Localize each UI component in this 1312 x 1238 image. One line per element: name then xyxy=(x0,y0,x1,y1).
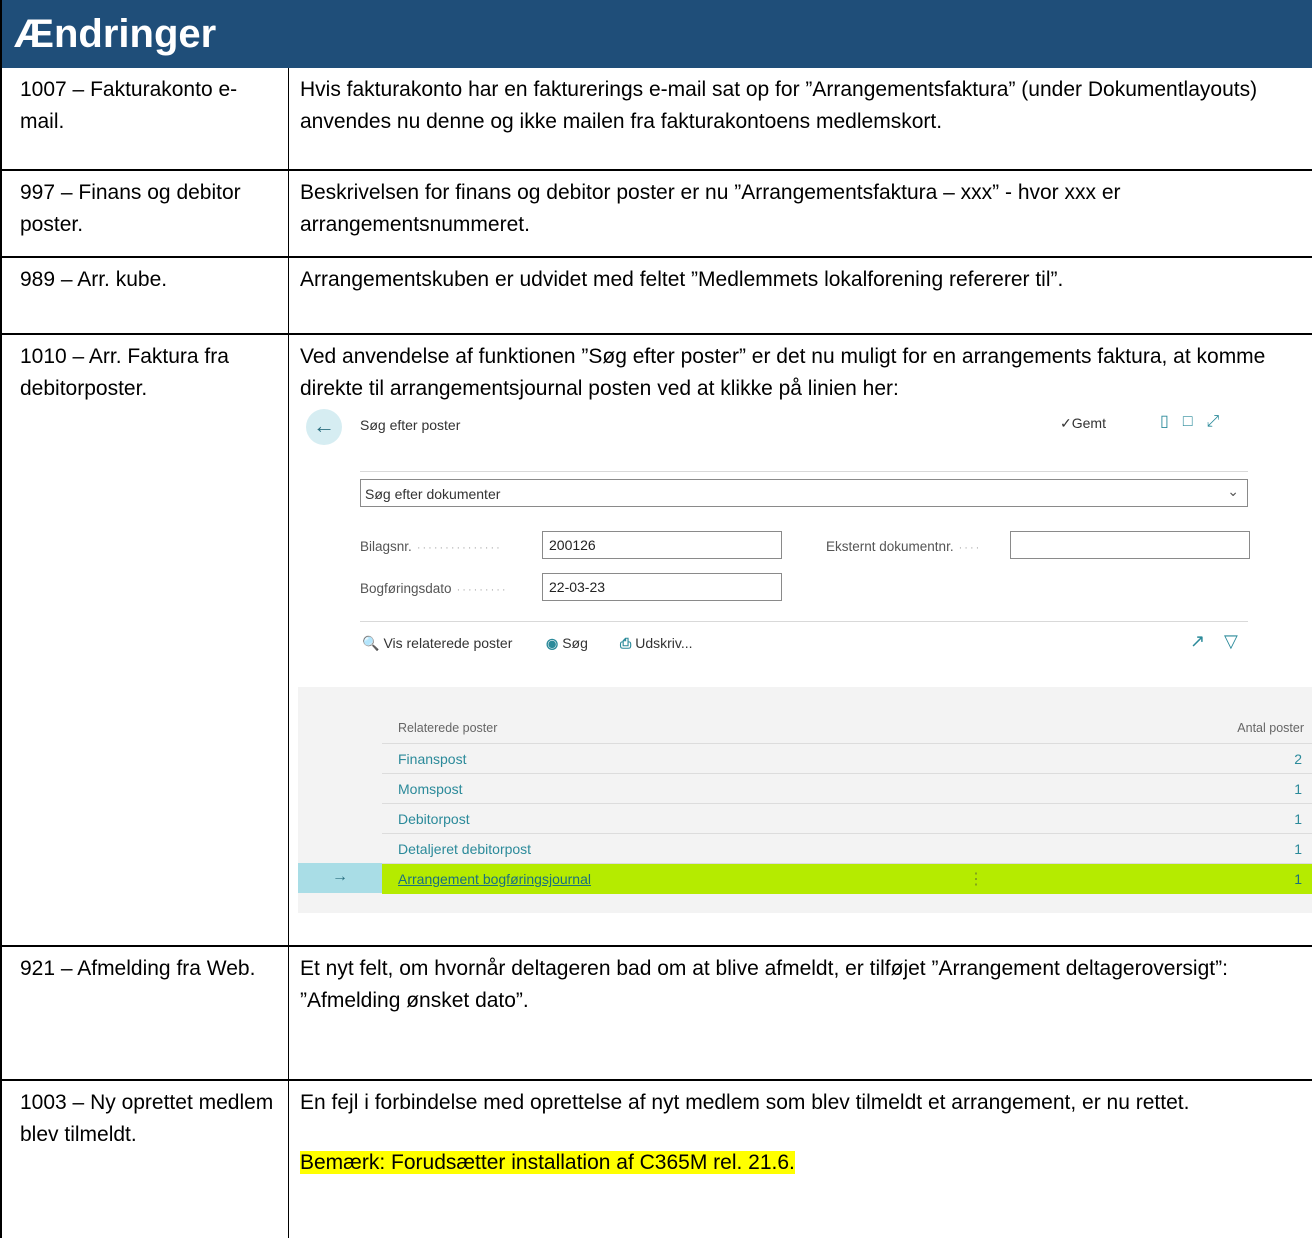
change-row-1010: 1010 – Arr. Faktura fra debitorposter. V… xyxy=(0,335,1312,947)
open-new-window-icon[interactable]: □ xyxy=(1183,413,1207,430)
table-row[interactable]: Detaljeret debitorpost 1 xyxy=(382,833,1312,864)
checkmark-icon: ✓ xyxy=(1060,415,1072,431)
document-search-icon: 🔍 xyxy=(362,635,380,651)
screenshot-page-title: Søg efter poster xyxy=(360,417,461,433)
change-row-1003: 1003 – Ny oprettet medlem blev tilmeldt.… xyxy=(0,1081,1312,1238)
change-id: 1010 – Arr. Faktura fra debitorposter. xyxy=(20,345,229,400)
share-icon[interactable]: ↗ xyxy=(1190,631,1205,652)
column-header-related-entries: Relaterede poster xyxy=(398,721,498,735)
change-description: Et nyt felt, om hvornår deltageren bad o… xyxy=(300,957,1228,980)
expand-icon[interactable]: ⤢ xyxy=(1206,413,1233,430)
eksternt-dokumentnr-input[interactable] xyxy=(1010,531,1250,559)
change-id-cell: 1007 – Fakturakonto e-mail. xyxy=(2,68,289,169)
change-row-921: 921 – Afmelding fra Web. Et nyt felt, om… xyxy=(0,947,1312,1081)
binoculars-icon: ◉ xyxy=(546,635,559,651)
change-description-cell: Arrangementskuben er udvidet med feltet … xyxy=(290,258,1312,296)
document-title: Ændringer xyxy=(14,12,217,56)
field-label-bilagsnr: Bilagsnr. ··············· xyxy=(360,539,502,554)
print-button[interactable]: ⎙ Udskriv... xyxy=(620,635,693,652)
title-bar: Ændringer xyxy=(0,0,1312,68)
new-field-name: ”Afmelding ønsket dato”. xyxy=(300,989,529,1012)
chevron-down-icon: ⌄ xyxy=(1227,483,1239,499)
search-type-value: Søg efter dokumenter xyxy=(365,486,501,502)
change-id: 1003 – Ny oprettet medlem blev tilmeldt. xyxy=(20,1091,274,1146)
change-id: 1007 – Fakturakonto e-mail. xyxy=(20,78,238,133)
entry-count[interactable]: 1 xyxy=(1294,841,1302,857)
table-row[interactable]: Momspost 1 xyxy=(382,773,1312,804)
filter-icon[interactable]: ▽ xyxy=(1224,631,1238,652)
more-options-icon[interactable]: ⋮ xyxy=(968,869,984,889)
field-label-text: Bilagsnr. xyxy=(360,539,412,554)
header-icons: ▯□⤢ xyxy=(1160,411,1233,431)
row-selector-arrow-icon[interactable]: → xyxy=(298,863,382,893)
field-label-eksternt-dokumentnr: Eksternt dokumentnr. ···· xyxy=(826,539,981,554)
change-row-989: 989 – Arr. kube. Arrangementskuben er ud… xyxy=(0,258,1312,335)
search-type-select[interactable]: Søg efter dokumenter ⌄ xyxy=(360,479,1248,507)
entry-count[interactable]: 1 xyxy=(1294,781,1302,797)
highlighted-note: Bemærk: Forudsætter installation af C365… xyxy=(300,1151,795,1174)
table-row[interactable]: Debitorpost 1 xyxy=(382,803,1312,834)
action-label: Udskriv... xyxy=(635,635,693,651)
change-id: 989 – Arr. kube. xyxy=(20,268,168,291)
entry-count[interactable]: 1 xyxy=(1294,871,1302,887)
entry-name-link[interactable]: Momspost xyxy=(398,781,463,797)
entry-count[interactable]: 2 xyxy=(1294,751,1302,767)
change-row-997: 997 – Finans og debitor poster. Beskrive… xyxy=(0,171,1312,258)
table-row-selected[interactable]: Arrangement bogføringsjournal ⋮ 1 xyxy=(382,863,1312,894)
change-description: Arrangementskuben er udvidet med feltet … xyxy=(300,268,1064,291)
bookmark-icon[interactable]: ▯ xyxy=(1160,413,1183,430)
label-dots: ········· xyxy=(451,584,508,596)
change-id-cell: 1010 – Arr. Faktura fra debitorposter. xyxy=(2,335,289,945)
search-button[interactable]: ◉ Søg xyxy=(546,635,588,652)
note-line: Bemærk: Forudsætter installation af C365… xyxy=(290,1119,1312,1179)
back-arrow-icon[interactable]: ← xyxy=(306,409,342,445)
saved-label: Gemt xyxy=(1071,415,1106,431)
change-row-1007: 1007 – Fakturakonto e-mail. Hvis faktura… xyxy=(0,68,1312,171)
embedded-screenshot: ← Søg efter poster ✓Gemt ▯□⤢ Søg efter d… xyxy=(298,403,1312,923)
change-description: Hvis fakturakonto har en fakturerings e-… xyxy=(300,78,1258,133)
label-dots: ··············· xyxy=(411,542,502,554)
change-description-cell: Hvis fakturakonto har en fakturerings e-… xyxy=(290,68,1312,138)
change-description: Beskrivelsen for finans og debitor poste… xyxy=(300,181,1121,236)
change-description-cell: Ved anvendelse af funktionen ”Søg efter … xyxy=(290,335,1312,913)
bogfoeringsdato-input[interactable]: 22-03-23 xyxy=(542,573,782,601)
change-id-cell: 989 – Arr. kube. xyxy=(2,258,289,333)
field-label-text: Bogføringsdato xyxy=(360,581,452,596)
change-id-cell: 997 – Finans og debitor poster. xyxy=(2,171,289,256)
change-id-cell: 1003 – Ny oprettet medlem blev tilmeldt. xyxy=(2,1081,289,1238)
entry-name-link[interactable]: Detaljeret debitorpost xyxy=(398,841,531,857)
divider xyxy=(360,621,1248,622)
printer-icon: ⎙ xyxy=(620,635,632,651)
show-related-entries-button[interactable]: 🔍 Vis relaterede poster xyxy=(362,635,512,652)
column-header-count: Antal poster xyxy=(1237,721,1304,735)
entry-count[interactable]: 1 xyxy=(1294,811,1302,827)
change-id-cell: 921 – Afmelding fra Web. xyxy=(2,947,289,1079)
saved-status: ✓Gemt xyxy=(1060,415,1106,432)
bilagsnr-input[interactable]: 200126 xyxy=(542,531,782,559)
change-description: En fejl i forbindelse med oprettelse af … xyxy=(300,1091,1190,1114)
field-label-bogfoeringsdato: Bogføringsdato ········· xyxy=(360,581,508,596)
document: Ændringer 1007 – Fakturakonto e-mail. Hv… xyxy=(0,0,1312,1238)
entry-name-link[interactable]: Finanspost xyxy=(398,751,466,767)
entry-name-link[interactable]: Arrangement bogføringsjournal xyxy=(398,871,591,887)
change-description: Ved anvendelse af funktionen ”Søg efter … xyxy=(300,345,1266,400)
change-description-cell: Et nyt felt, om hvornår deltageren bad o… xyxy=(290,947,1312,1017)
change-description-cell: En fejl i forbindelse med oprettelse af … xyxy=(290,1081,1312,1179)
entry-name-link[interactable]: Debitorpost xyxy=(398,811,470,827)
table-row[interactable]: Finanspost 2 xyxy=(382,743,1312,774)
change-description-cell: Beskrivelsen for finans og debitor poste… xyxy=(290,171,1312,241)
label-dots: ···· xyxy=(953,542,982,554)
action-label: Søg xyxy=(562,635,588,651)
divider xyxy=(360,471,1248,472)
change-id: 997 – Finans og debitor poster. xyxy=(20,181,241,236)
change-id: 921 – Afmelding fra Web. xyxy=(20,957,256,980)
action-label: Vis relaterede poster xyxy=(383,635,513,651)
field-label-text: Eksternt dokumentnr. xyxy=(826,539,954,554)
